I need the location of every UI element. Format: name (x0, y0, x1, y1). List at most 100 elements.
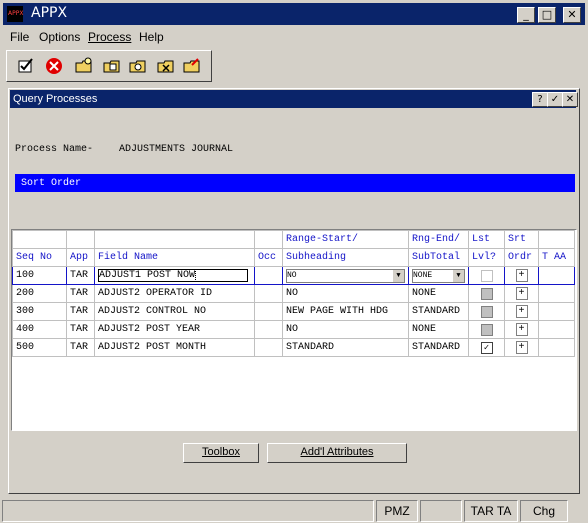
lst-lvl-checkbox[interactable] (480, 287, 493, 300)
sort-order-toggle[interactable]: + (515, 323, 528, 336)
range-start-cell[interactable]: NO (282, 284, 409, 303)
seq-no-cell[interactable]: 200 (12, 284, 67, 303)
toolbox-button[interactable]: Toolbox (183, 443, 259, 463)
srt-ordr-cell[interactable]: + (504, 266, 539, 285)
sort-order-toggle[interactable]: + (515, 269, 528, 282)
field-name-cell[interactable]: ADJUST2 CONTROL NO (94, 302, 255, 321)
grid-header-top: Range-Start/ Rng-End/ Lst Srt (12, 230, 575, 249)
lst-lvl-checkbox[interactable] (480, 269, 493, 282)
lst-lvl-cell[interactable] (468, 284, 505, 303)
t-aa-cell[interactable] (538, 320, 575, 339)
maximize-button[interactable]: □ (538, 7, 556, 23)
t-aa-cell[interactable] (538, 266, 575, 285)
field-name-input[interactable]: ADJUST1 POST NOW (97, 269, 248, 282)
check-clipboard-icon[interactable] (17, 57, 35, 75)
close-button[interactable]: ✕ (563, 7, 581, 23)
srt-ordr-cell[interactable]: + (504, 284, 539, 303)
appx-logo-icon: APPX (7, 6, 23, 22)
rng-end-cell[interactable]: NONE ▼ (408, 266, 469, 285)
query-processes-window: Query Processes ? ✓ ✕ Process Name- ADJU… (8, 88, 580, 494)
table-row[interactable]: 400 TAR ADJUST2 POST YEAR NO NONE + (12, 320, 575, 339)
edit-folder-icon[interactable] (103, 57, 121, 75)
sort-order-toggle[interactable]: + (515, 305, 528, 318)
menu-options[interactable]: Options (39, 30, 80, 44)
t-aa-cell[interactable] (538, 302, 575, 321)
cut-folder-icon[interactable] (183, 57, 201, 75)
occ-cell[interactable] (254, 338, 283, 357)
table-row[interactable]: 100 TAR ADJUST1 POST NOW NO ▼ NONE ▼ + (12, 266, 575, 285)
table-row[interactable]: 500 TAR ADJUST2 POST MONTH STANDARD STANDARD… (12, 338, 575, 357)
status-message (2, 500, 374, 522)
menu-help[interactable]: Help (139, 30, 164, 44)
find-folder-icon[interactable] (129, 57, 147, 75)
app-cell[interactable]: TAR (66, 266, 95, 285)
lst-lvl-cell[interactable] (468, 266, 505, 285)
lst-lvl-checkbox[interactable] (480, 323, 493, 336)
lst-lvl-cell[interactable] (468, 320, 505, 339)
header-subtotal: SubTotal (408, 248, 469, 267)
chevron-down-icon[interactable]: ▼ (453, 269, 464, 282)
srt-ordr-cell[interactable]: + (504, 320, 539, 339)
sort-order-toggle[interactable]: + (515, 287, 528, 300)
sort-order-toggle[interactable]: + (515, 341, 528, 354)
table-row[interactable]: 300 TAR ADJUST2 CONTROL NO NEW PAGE WITH HD… (12, 302, 575, 321)
field-name-cell[interactable]: ADJUST2 POST MONTH (94, 338, 255, 357)
table-row[interactable]: 200 TAR ADJUST2 OPERATOR ID NO NONE + (12, 284, 575, 303)
sort-order-label: Sort Order (21, 178, 82, 189)
occ-cell[interactable] (254, 320, 283, 339)
query-window-title-bar[interactable]: Query Processes ? ✓ ✕ (10, 90, 578, 108)
rng-end-cell[interactable]: STANDARD (408, 302, 469, 321)
menu-process[interactable]: Process (88, 30, 131, 44)
addl-attributes-button[interactable]: Add'l Attributes (267, 443, 407, 463)
app-cell[interactable]: TAR (66, 320, 95, 339)
status-app: TAR TA (464, 500, 518, 522)
app-cell[interactable]: TAR (66, 302, 95, 321)
lst-lvl-checkbox[interactable]: ✓ (480, 341, 493, 354)
minimize-button[interactable]: _ (517, 7, 535, 23)
occ-cell[interactable] (254, 302, 283, 321)
app-title-bar[interactable]: APPX APPX _ □ ✕ (3, 3, 585, 25)
select-value: NO (287, 270, 297, 280)
field-name-cell[interactable]: ADJUST1 POST NOW (94, 266, 255, 285)
range-start-cell[interactable]: STANDARD (282, 338, 409, 357)
occ-cell[interactable] (254, 266, 283, 285)
status-pmz: PMZ (376, 500, 418, 522)
field-name-cell[interactable]: ADJUST2 OPERATOR ID (94, 284, 255, 303)
lst-lvl-cell[interactable] (468, 302, 505, 321)
ok-button[interactable]: ✓ (547, 92, 563, 107)
field-name-cell[interactable]: ADJUST2 POST YEAR (94, 320, 255, 339)
app-cell[interactable]: TAR (66, 338, 95, 357)
range-start-cell[interactable]: NO (282, 320, 409, 339)
seq-no-cell[interactable]: 400 (12, 320, 67, 339)
status-mode: Chg (520, 500, 568, 522)
header-ordr: Ordr (504, 248, 539, 267)
range-start-cell[interactable]: NO ▼ (282, 266, 409, 285)
header-lst-top: Lst (468, 230, 505, 249)
seq-no-cell[interactable]: 300 (12, 302, 67, 321)
new-folder-icon[interactable] (75, 57, 93, 75)
sort-order-bar: Sort Order (15, 174, 575, 192)
rng-end-select[interactable]: NONE ▼ (412, 268, 465, 283)
close-query-button[interactable]: ✕ (562, 92, 578, 107)
range-start-select[interactable]: NO ▼ (286, 268, 405, 283)
srt-ordr-cell[interactable]: + (504, 302, 539, 321)
rng-end-cell[interactable]: STANDARD (408, 338, 469, 357)
lst-lvl-cell[interactable]: ✓ (468, 338, 505, 357)
chevron-down-icon[interactable]: ▼ (393, 269, 404, 282)
help-button[interactable]: ? (532, 92, 548, 107)
rng-end-cell[interactable]: NONE (408, 320, 469, 339)
range-start-cell[interactable]: NEW PAGE WITH HDG (282, 302, 409, 321)
occ-cell[interactable] (254, 284, 283, 303)
t-aa-cell[interactable] (538, 284, 575, 303)
rng-end-cell[interactable]: NONE (408, 284, 469, 303)
lst-lvl-checkbox[interactable] (480, 305, 493, 318)
delete-folder-icon[interactable] (157, 57, 175, 75)
header-srt-top: Srt (504, 230, 539, 249)
srt-ordr-cell[interactable]: + (504, 338, 539, 357)
t-aa-cell[interactable] (538, 338, 575, 357)
seq-no-cell[interactable]: 500 (12, 338, 67, 357)
app-cell[interactable]: TAR (66, 284, 95, 303)
seq-no-cell[interactable]: 100 (12, 266, 67, 285)
menu-file[interactable]: File (10, 30, 29, 44)
cancel-icon[interactable] (45, 57, 63, 75)
